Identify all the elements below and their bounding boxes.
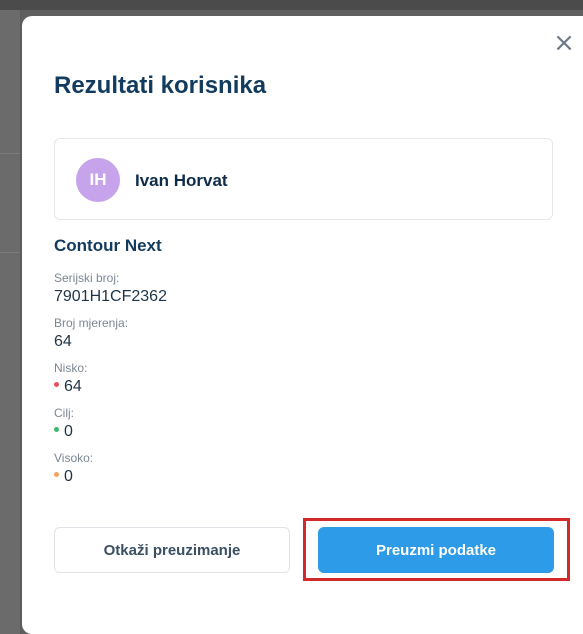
serial-number-value: 7901H1CF2362 <box>54 288 167 305</box>
user-name: Ivan Horvat <box>135 171 228 190</box>
backdrop <box>0 0 583 10</box>
serial-number-label: Serijski broj: <box>54 271 120 285</box>
measurement-count-label: Broj mjerenja: <box>54 316 129 330</box>
cancel-download-button[interactable]: Otkaži preuzimanje <box>54 527 290 573</box>
user-card: IH Ivan Horvat <box>54 138 553 220</box>
close-icon[interactable]: × <box>553 30 575 56</box>
high-dot-icon <box>54 472 59 478</box>
target-label: Cilj: <box>54 406 74 420</box>
download-data-button[interactable]: Preuzmi podatke <box>318 527 554 573</box>
low-value: 64 <box>64 378 82 395</box>
background-page <box>0 10 21 634</box>
target-value: 0 <box>64 423 73 440</box>
high-value: 0 <box>64 468 73 485</box>
high-label: Visoko: <box>54 451 94 465</box>
measurement-count-value: 64 <box>54 333 72 350</box>
low-label: Nisko: <box>54 361 88 375</box>
high-value-row: 0 <box>54 466 354 488</box>
avatar: IH <box>76 158 120 202</box>
target-value-row: 0 <box>54 421 354 443</box>
device-details: Serijski broj: 7901H1CF2362 Broj mjerenj… <box>54 270 354 495</box>
results-dialog: × Rezultati korisnika IH Ivan Horvat Con… <box>22 16 583 634</box>
dialog-title: Rezultati korisnika <box>54 72 267 99</box>
low-dot-icon <box>54 382 59 388</box>
device-name: Contour Next <box>54 236 162 255</box>
low-value-row: 64 <box>54 376 354 398</box>
target-dot-icon <box>54 427 59 433</box>
